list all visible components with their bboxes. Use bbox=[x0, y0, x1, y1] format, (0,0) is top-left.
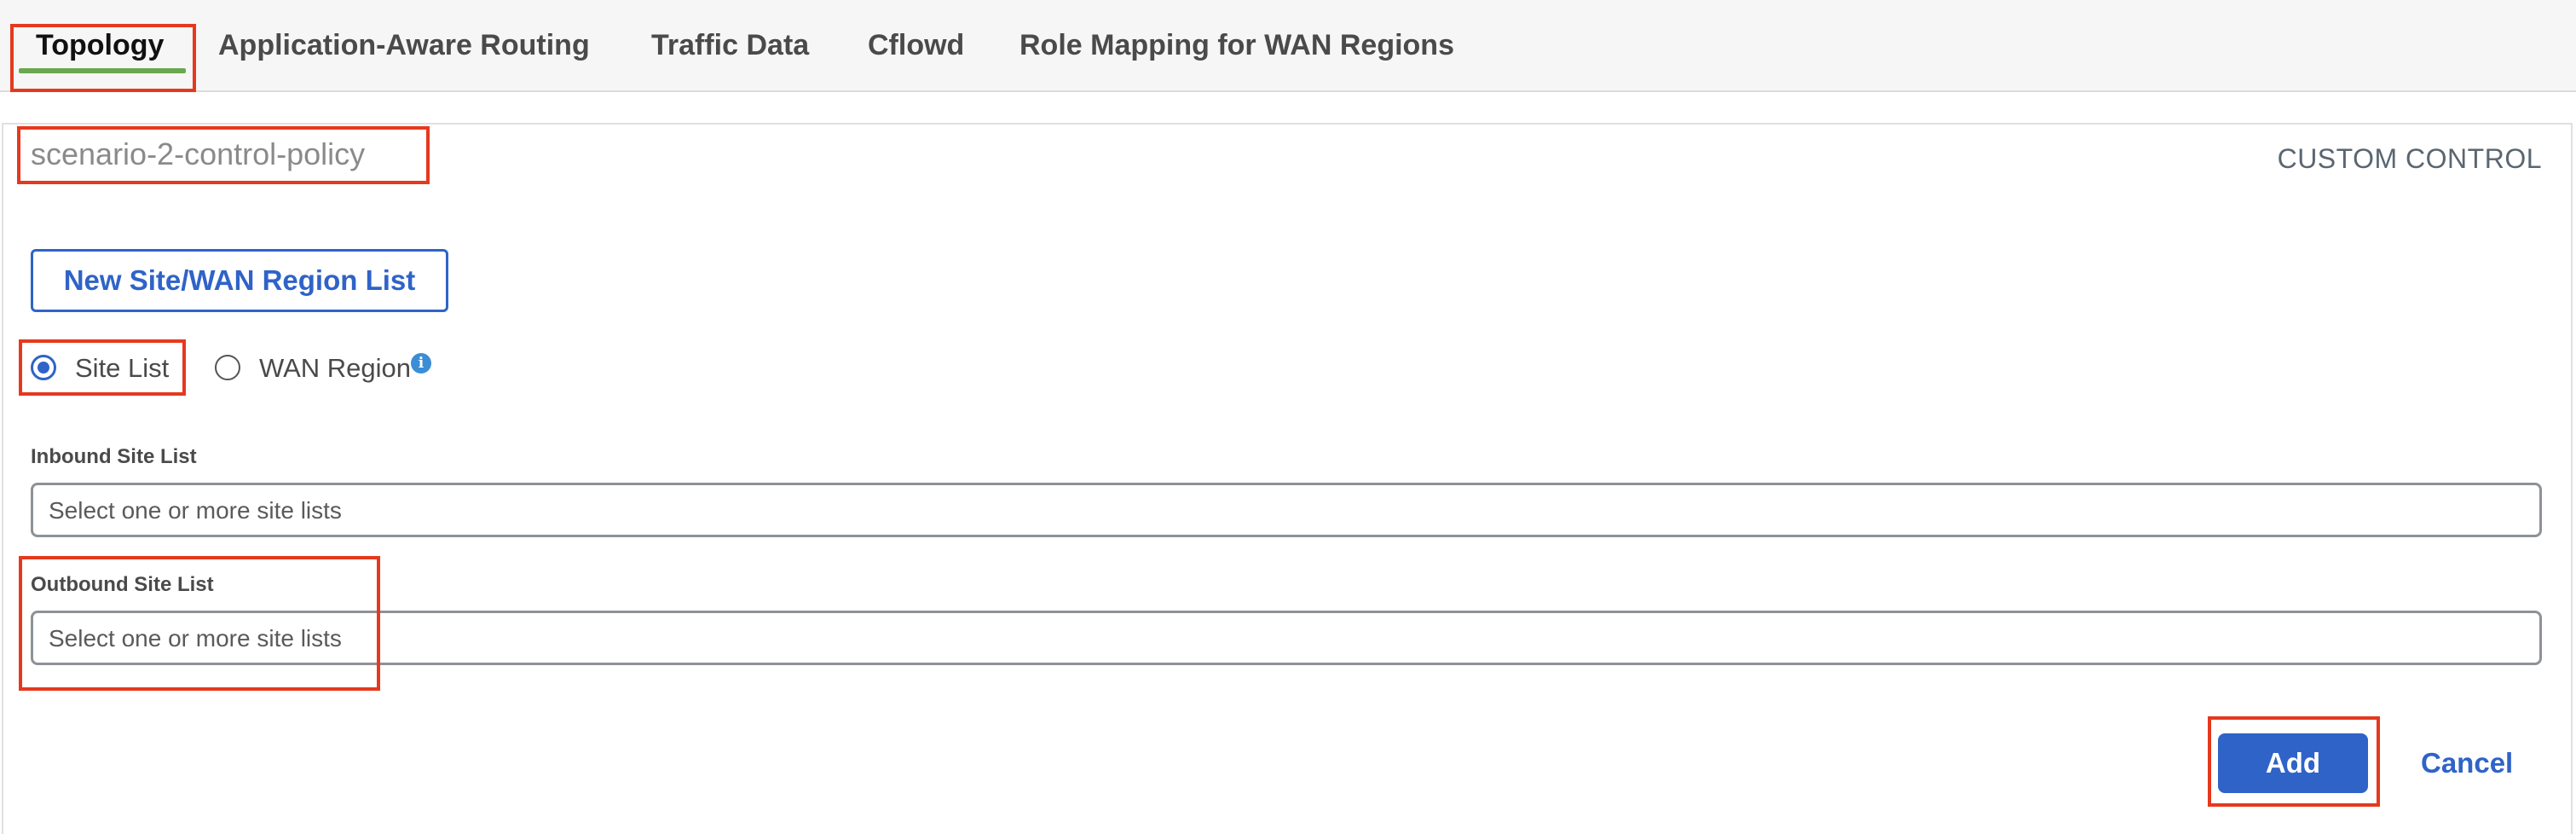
tab-topology[interactable]: Topology bbox=[36, 29, 164, 62]
policy-panel bbox=[2, 123, 2573, 834]
outbound-site-list-select[interactable]: Select one or more site lists bbox=[31, 611, 2542, 665]
add-button[interactable]: Add bbox=[2218, 733, 2368, 793]
site-list-radio-label[interactable]: Site List bbox=[75, 353, 169, 384]
inbound-site-list-placeholder: Select one or more site lists bbox=[49, 497, 342, 524]
wan-region-radio-label[interactable]: WAN Region bbox=[259, 353, 411, 384]
inbound-site-list-select[interactable]: Select one or more site lists bbox=[31, 483, 2542, 537]
outbound-site-list-placeholder: Select one or more site lists bbox=[49, 625, 342, 652]
wan-region-radio[interactable] bbox=[215, 355, 240, 380]
tab-cflowd[interactable]: Cflowd bbox=[868, 29, 964, 62]
tab-application-aware-routing[interactable]: Application-Aware Routing bbox=[218, 29, 590, 62]
cancel-button[interactable]: Cancel bbox=[2421, 747, 2513, 779]
tab-role-mapping-wan-regions[interactable]: Role Mapping for WAN Regions bbox=[1019, 29, 1454, 62]
policy-type-label: CUSTOM CONTROL bbox=[2277, 143, 2542, 174]
policy-name: scenario-2-control-policy bbox=[31, 136, 366, 171]
inbound-site-list-label: Inbound Site List bbox=[31, 445, 197, 468]
tab-traffic-data[interactable]: Traffic Data bbox=[651, 29, 809, 62]
outbound-site-list-label: Outbound Site List bbox=[31, 573, 214, 596]
active-tab-indicator bbox=[19, 68, 186, 73]
tab-bar: Topology Application-Aware Routing Traff… bbox=[0, 0, 2576, 92]
info-icon[interactable]: i bbox=[411, 353, 431, 374]
new-site-wan-region-list-button[interactable]: New Site/WAN Region List bbox=[31, 249, 448, 312]
site-list-radio[interactable] bbox=[31, 355, 56, 380]
